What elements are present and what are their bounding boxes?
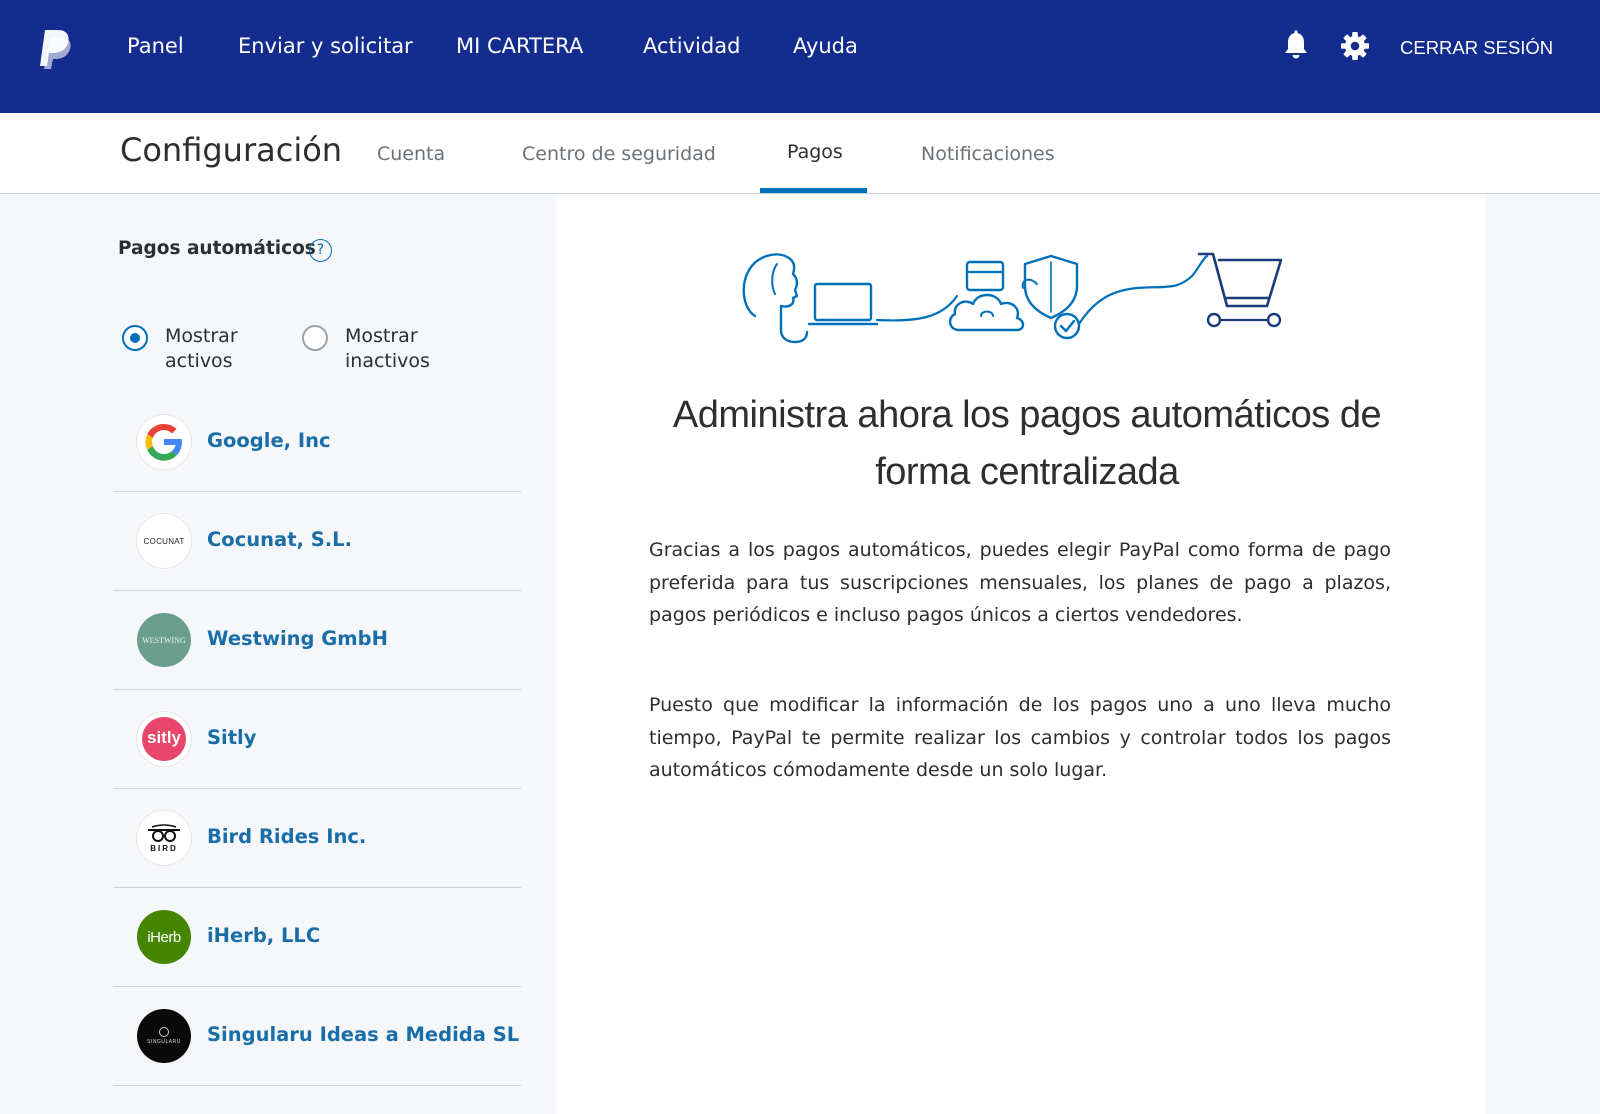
merchant-row-cocunat[interactable]: COCUNAT Cocunat, S.L. [113,492,521,591]
google-logo-icon [137,415,191,469]
help-icon[interactable]: ? [309,239,332,262]
merchant-name[interactable]: Singularu Ideas a Medida SL [207,1023,519,1046]
main-content: Administra ahora los pagos automáticos d… [557,194,1485,1114]
merchant-name[interactable]: Westwing GmbH [207,627,388,650]
westwing-logo-icon: WESTWING [137,613,191,667]
page-title: Configuración [120,131,343,169]
bell-icon[interactable] [1281,30,1311,62]
section-title: Pagos automáticos [118,238,316,259]
singularu-logo-icon: SINGULARU [137,1009,191,1063]
automatic-payments-sidebar: Pagos automáticos ? Mostrar activos Most… [0,194,557,1114]
filter-active-radio[interactable] [122,325,148,351]
merchant-name[interactable]: Bird Rides Inc. [207,825,366,848]
nav-help[interactable]: Ayuda [793,34,858,58]
merchant-row-sitly[interactable]: sitly Sitly [113,690,521,789]
logout-link[interactable]: CERRAR SESIÓN [1400,37,1553,59]
tab-security-center[interactable]: Centro de seguridad [522,143,716,165]
sitly-logo-icon: sitly [137,712,191,766]
tab-payments[interactable]: Pagos [787,141,843,163]
merchant-row-google[interactable]: Google, Inc [113,393,521,492]
filter-inactive-radio[interactable] [302,325,328,351]
merchant-row-iherb[interactable]: iHerb iHerb, LLC [113,888,521,987]
merchant-row-bird[interactable]: BIRD Bird Rides Inc. [113,789,521,888]
filter-inactive-label[interactable]: Mostrar inactivos [345,324,475,374]
merchant-name[interactable]: Cocunat, S.L. [207,528,352,551]
headline: Administra ahora los pagos automáticos d… [672,394,1382,493]
paypal-logo-icon[interactable] [38,28,74,70]
nav-wallet[interactable]: MI CARTERA [456,34,583,58]
automatic-payments-illustration-icon [737,246,1297,346]
merchant-row-westwing[interactable]: WESTWING Westwing GmbH [113,591,521,690]
tab-notifications[interactable]: Notificaciones [921,143,1055,165]
merchant-row-singularu[interactable]: SINGULARU Singularu Ideas a Medida SL [113,987,521,1086]
settings-header: Configuración Cuenta Centro de seguridad… [0,113,1600,194]
gear-icon[interactable] [1340,30,1370,62]
intro-paragraph: Gracias a los pagos automáticos, puedes … [649,539,1391,626]
merchant-name[interactable]: Google, Inc [207,429,331,452]
nav-activity[interactable]: Actividad [643,34,740,58]
cocunat-logo-icon: COCUNAT [137,514,191,568]
bird-logo-icon: BIRD [137,811,191,865]
tab-account[interactable]: Cuenta [377,143,445,165]
merchant-name[interactable]: iHerb, LLC [207,924,320,947]
nav-panel[interactable]: Panel [127,34,184,58]
top-navigation-bar: Panel Enviar y solicitar MI CARTERA Acti… [0,0,1600,113]
active-tab-indicator [760,188,867,193]
info-paragraph: Puesto que modificar la información de l… [649,694,1391,781]
iherb-logo-icon: iHerb [137,910,191,964]
nav-send-request[interactable]: Enviar y solicitar [238,34,413,58]
merchant-name[interactable]: Sitly [207,726,256,749]
filter-active-label[interactable]: Mostrar activos [165,324,295,374]
